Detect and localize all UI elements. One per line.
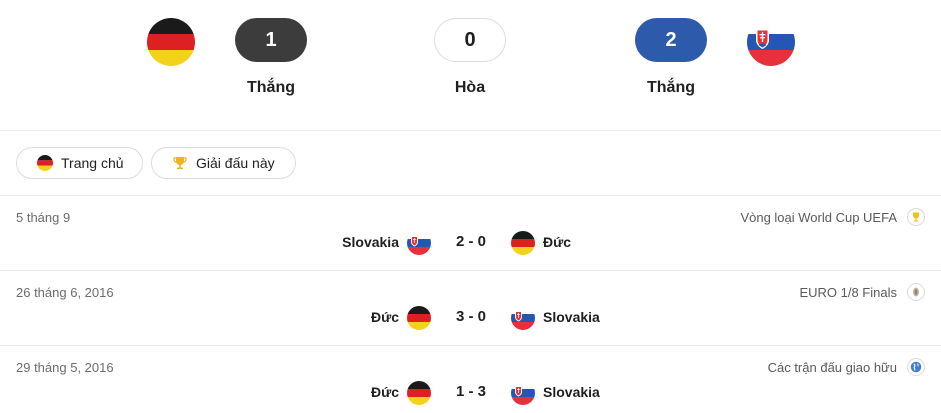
slovakia-flag-icon: [407, 231, 431, 255]
head-to-head-summary: 1 Thắng 0 Hòa 2 Thắng: [0, 0, 941, 131]
draws-label: Hòa: [454, 79, 486, 96]
match-score: 1 - 3: [455, 383, 486, 400]
filter-chip-this-tournament[interactable]: Giải đấu này: [151, 147, 296, 179]
germany-flag-icon: [511, 231, 535, 255]
match-score: 2 - 0: [455, 233, 486, 250]
wins-right-label: Thắng: [647, 79, 695, 96]
match-row[interactable]: 5 tháng 9 Vòng loại World Cup UEFA Slova…: [0, 196, 941, 271]
wins-left-label: Thắng: [247, 79, 295, 96]
slovakia-flag-icon: [511, 381, 535, 405]
match-competition[interactable]: Các trận đấu giao hữu: [768, 360, 897, 375]
match-row[interactable]: 29 tháng 5, 2016 Các trận đấu giao hữu Đ…: [0, 346, 941, 413]
match-date: 26 tháng 6, 2016: [16, 285, 114, 300]
match-score: 3 - 0: [455, 308, 486, 325]
match-competition[interactable]: EURO 1/8 Finals: [799, 285, 897, 300]
slovakia-flag-icon: [511, 306, 535, 330]
draws-count: 0: [434, 18, 506, 62]
match-date: 29 tháng 5, 2016: [16, 360, 114, 375]
trophy-icon: [907, 208, 925, 226]
germany-flag-icon: [407, 306, 431, 330]
euro-icon: [907, 283, 925, 301]
filter-chip-home-label: Trang chủ: [61, 155, 124, 171]
filter-chip-this-tournament-label: Giải đấu này: [196, 155, 275, 171]
germany-flag-icon: [407, 381, 431, 405]
away-team-name: Slovakia: [543, 384, 600, 400]
away-team-name: Đức: [543, 234, 572, 250]
wins-right-count: 2: [635, 18, 707, 62]
slovakia-flag-icon: [747, 18, 795, 66]
home-team-name: Đức: [370, 384, 399, 400]
match-date: 5 tháng 9: [16, 210, 71, 225]
home-team-name: Slovakia: [342, 234, 399, 250]
globe-icon: [907, 358, 925, 376]
germany-flag-icon: [147, 18, 195, 66]
wins-left-count: 1: [235, 18, 307, 62]
match-competition[interactable]: Vòng loại World Cup UEFA: [740, 210, 897, 225]
germany-flag-icon: [37, 155, 53, 171]
filter-bar: Trang chủ Giải đấu này: [0, 131, 941, 196]
away-team-name: Slovakia: [543, 309, 600, 325]
home-team-name: Đức: [370, 309, 399, 325]
filter-chip-home[interactable]: Trang chủ: [16, 147, 143, 179]
trophy-icon: [172, 155, 188, 171]
match-row[interactable]: 26 tháng 6, 2016 EURO 1/8 Finals Đức 3 -…: [0, 271, 941, 346]
